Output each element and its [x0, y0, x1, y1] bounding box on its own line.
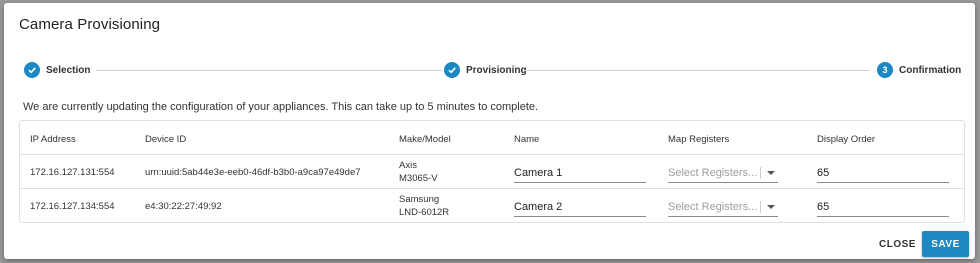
- chevron-down-icon[interactable]: [767, 170, 775, 175]
- column-header-name: Name: [514, 134, 540, 145]
- select-separator: [760, 166, 761, 179]
- step-label-provisioning: Provisioning: [466, 64, 527, 76]
- check-icon: [444, 62, 460, 78]
- make-model-cell: Axis M3065-V: [399, 159, 438, 185]
- column-header-make-model: Make/Model: [399, 134, 451, 145]
- step-selection: Selection: [24, 61, 90, 79]
- table-row: 172.16.127.131:554 urn:uuid:5ab44e3e-eeb…: [20, 155, 964, 189]
- ip-address-cell: 172.16.127.134:554: [30, 201, 115, 212]
- status-message: We are currently updating the configurat…: [23, 101, 539, 113]
- step-confirmation: 3 Confirmation: [877, 61, 961, 79]
- column-header-ip: IP Address: [30, 134, 76, 145]
- table-header: IP Address Device ID Make/Model Name Map…: [20, 121, 964, 155]
- check-icon: [24, 62, 40, 78]
- camera-name-input[interactable]: [514, 163, 646, 183]
- map-registers-select[interactable]: Select Registers...: [668, 197, 778, 217]
- save-button[interactable]: SAVE: [922, 231, 969, 257]
- step-connector: [96, 70, 442, 71]
- step-number-badge: 3: [877, 62, 893, 78]
- ip-address-cell: 172.16.127.131:554: [30, 167, 115, 178]
- chevron-down-icon[interactable]: [767, 204, 775, 209]
- make-model-cell: Samsung LND-6012R: [399, 193, 449, 219]
- model-text: LND-6012R: [399, 207, 450, 218]
- camera-provisioning-dialog: Camera Provisioning Selection Provisioni…: [4, 3, 975, 259]
- stepper: Selection Provisioning 3 Confirmation: [4, 61, 975, 81]
- camera-name-input[interactable]: [514, 197, 646, 217]
- display-order-input[interactable]: [817, 163, 949, 183]
- table-row: 172.16.127.134:554 e4:30:22:27:49:92 Sam…: [20, 189, 964, 222]
- select-placeholder: Select Registers...: [668, 166, 758, 179]
- model-text: M3065-V: [399, 173, 438, 184]
- column-header-device-id: Device ID: [145, 134, 187, 145]
- device-id-cell: e4:30:22:27:49:92: [145, 201, 222, 212]
- devices-table: IP Address Device ID Make/Model Name Map…: [19, 120, 965, 223]
- make-text: Axis: [399, 160, 417, 171]
- select-placeholder: Select Registers...: [668, 200, 758, 213]
- make-text: Samsung: [399, 194, 440, 205]
- dialog-title: Camera Provisioning: [19, 16, 161, 33]
- step-label-confirmation: Confirmation: [899, 64, 962, 76]
- select-separator: [760, 200, 761, 213]
- step-provisioning: Provisioning: [444, 61, 527, 79]
- column-header-display-order: Display Order: [817, 134, 876, 145]
- close-button[interactable]: CLOSE: [873, 232, 917, 256]
- map-registers-select[interactable]: Select Registers...: [668, 163, 778, 183]
- device-id-cell: urn:uuid:5ab44e3e-eeb0-46df-b3b0-a9ca97e…: [145, 167, 361, 178]
- display-order-input[interactable]: [817, 197, 949, 217]
- step-label-selection: Selection: [46, 64, 91, 76]
- step-connector: [524, 70, 870, 71]
- column-header-map-registers: Map Registers: [668, 134, 730, 145]
